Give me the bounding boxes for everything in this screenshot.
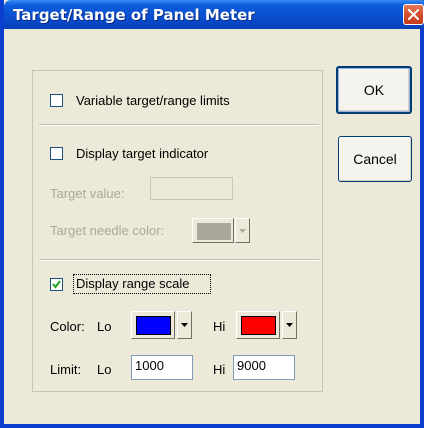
lo-limit-input[interactable]: 1000 [131, 355, 193, 380]
hi-color-dropdown[interactable] [282, 311, 297, 339]
display-target-checkbox[interactable] [50, 147, 63, 160]
cancel-button[interactable]: Cancel [338, 136, 412, 182]
target-value-field[interactable] [150, 177, 233, 200]
options-group: Variable target/range limits Display tar… [32, 70, 323, 392]
limit-label: Limit: [50, 362, 82, 377]
hi-color-swatch [241, 316, 276, 335]
target-needle-color-dropdown[interactable] [235, 218, 250, 243]
display-range-checkbox[interactable] [50, 278, 63, 291]
checkmark-icon [52, 280, 61, 289]
chevron-down-icon [286, 323, 293, 327]
hi-color-picker[interactable] [236, 311, 298, 339]
hi-limit-input[interactable]: 9000 [233, 355, 295, 380]
title-bar[interactable]: Target/Range of Panel Meter [4, 0, 424, 29]
variable-limits-label[interactable]: Variable target/range limits [76, 93, 230, 108]
lo-color-picker[interactable] [131, 311, 193, 339]
dialog-window: Target/Range of Panel Meter Variable tar… [0, 0, 424, 428]
display-range-label[interactable]: Display range scale [76, 276, 189, 291]
ok-button[interactable]: OK [336, 66, 412, 114]
target-needle-color-picker[interactable] [192, 218, 252, 243]
limit-hi-label: Hi [213, 362, 226, 377]
color-hi-label: Hi [213, 319, 226, 334]
color-label: Color: [50, 319, 85, 334]
variable-limits-checkbox[interactable] [50, 94, 63, 107]
target-needle-color-label: Target needle color: [50, 223, 165, 238]
limit-lo-label: Lo [97, 362, 112, 377]
lo-color-swatch [136, 316, 171, 335]
close-button[interactable] [403, 4, 424, 25]
close-icon [408, 9, 419, 20]
dialog-title: Target/Range of Panel Meter [13, 6, 255, 24]
lo-color-dropdown[interactable] [177, 311, 192, 339]
separator [39, 259, 319, 261]
target-value-label: Target value: [50, 186, 125, 201]
color-lo-label: Lo [97, 319, 112, 334]
chevron-down-icon [239, 229, 246, 233]
display-target-label[interactable]: Display target indicator [76, 146, 208, 161]
separator [39, 124, 319, 126]
target-needle-color-swatch [197, 223, 231, 240]
chevron-down-icon [181, 323, 188, 327]
